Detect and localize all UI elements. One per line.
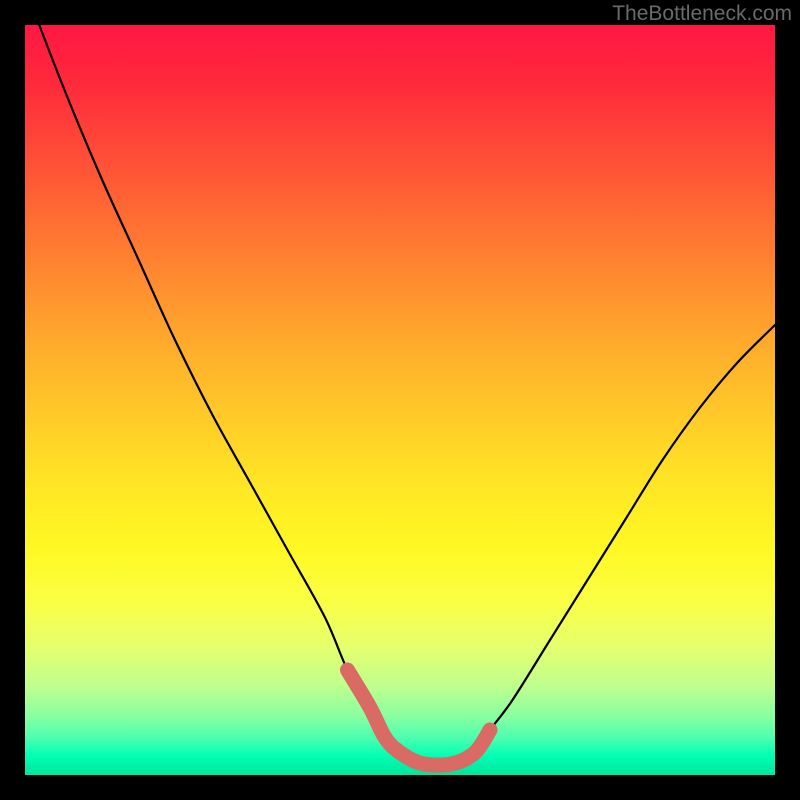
watermark: TheBottleneck.com bbox=[612, 2, 792, 26]
chart-container: TheBottleneck.com bbox=[0, 0, 800, 800]
highlight-line bbox=[348, 670, 491, 765]
curve-line bbox=[25, 25, 775, 765]
plot-area bbox=[25, 25, 775, 775]
chart-svg bbox=[25, 25, 775, 775]
